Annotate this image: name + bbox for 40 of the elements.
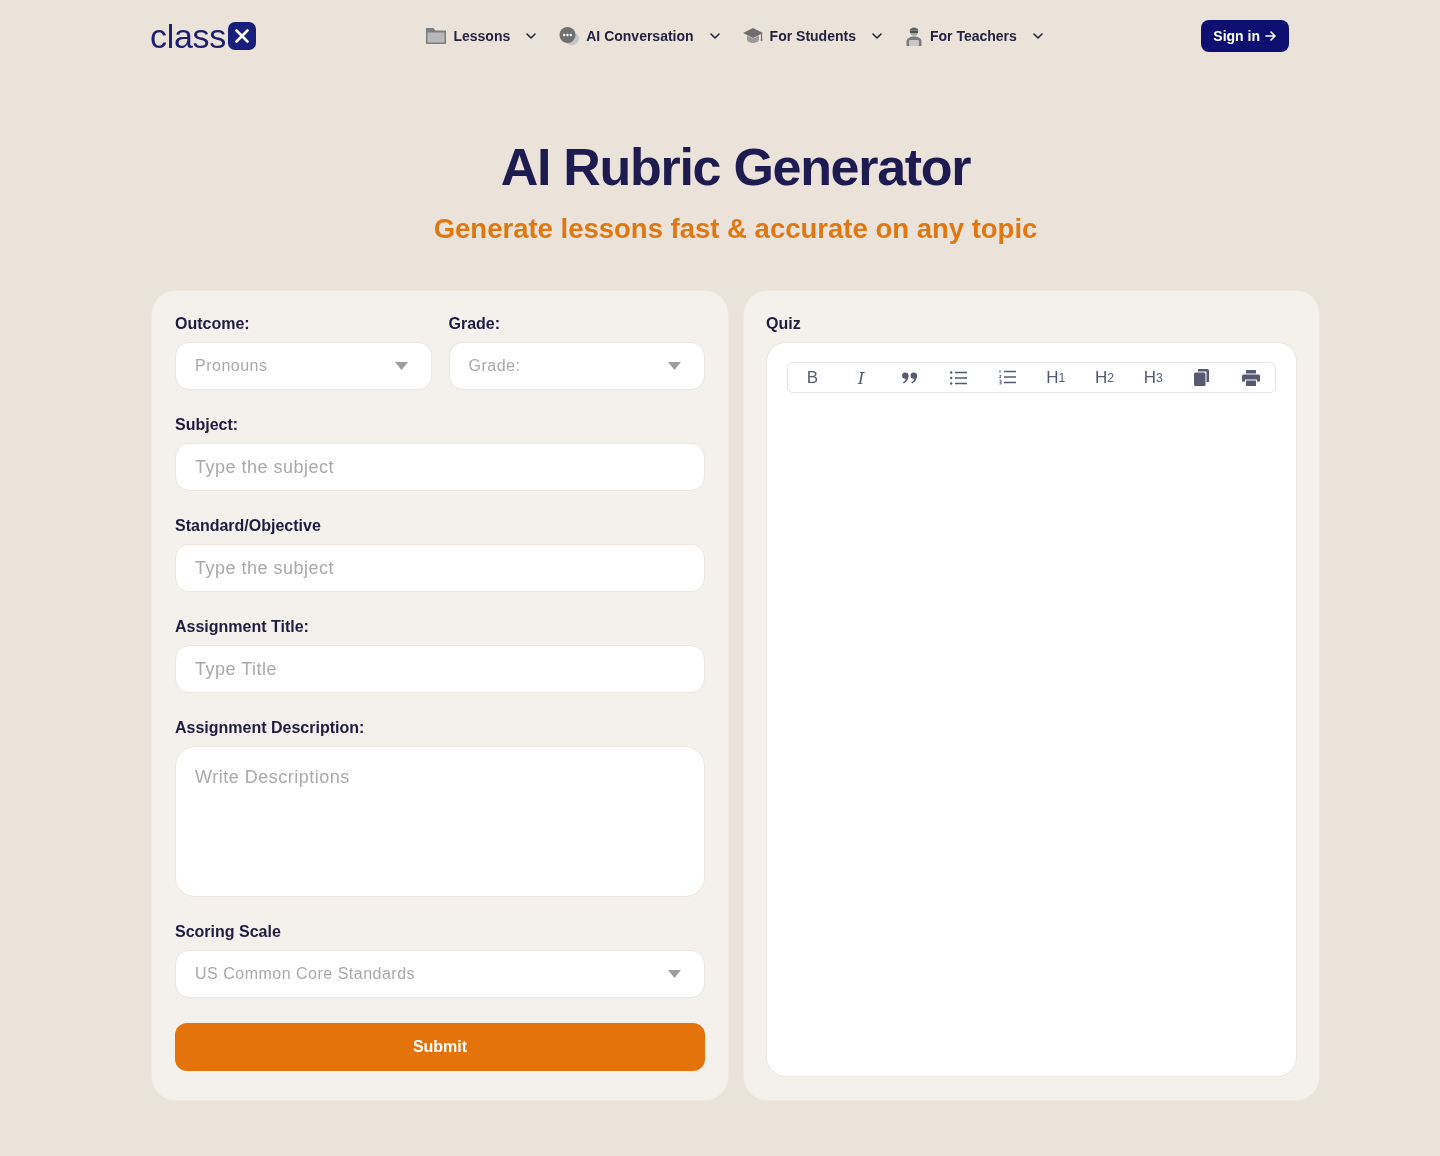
quote-icon <box>901 371 918 384</box>
field-label: Assignment Title: <box>175 617 310 637</box>
format-button[interactable]: I <box>836 363 886 392</box>
field-label: Standard/Objective <box>175 516 322 536</box>
chevron-down-icon <box>1032 33 1043 39</box>
caret-down-icon <box>394 362 408 370</box>
nav-menu-item[interactable]: For Teachers <box>904 26 1043 46</box>
page-title: AI Rubric Generator <box>500 137 971 197</box>
nav-menu-item[interactable]: AI Conversation <box>559 27 720 45</box>
nav-menu-item[interactable]: For Students <box>742 27 882 45</box>
caret-down-icon <box>668 362 681 370</box>
chat-bubble-icon <box>559 27 580 45</box>
text-area-field[interactable]: Write Descriptions <box>175 746 705 897</box>
nav-menu-item[interactable]: Lessons <box>426 27 537 45</box>
input-field[interactable]: Type the subject <box>175 544 705 592</box>
format-button[interactable]: B <box>788 363 837 392</box>
bullet-list-icon <box>949 370 967 385</box>
output-label: Quiz <box>766 314 802 334</box>
chevron-down-icon <box>709 33 720 39</box>
folder-icon <box>426 28 447 44</box>
logo[interactable]: class <box>150 18 256 54</box>
sign-in-button[interactable]: Sign in <box>1201 20 1289 52</box>
field-label: Grade: <box>448 314 502 334</box>
numbered-list-icon <box>998 370 1016 385</box>
page-subtitle: Generate lessons fast & accurate on any topic <box>433 212 1038 246</box>
caret-down-icon <box>668 970 681 978</box>
field-label: Subject: <box>175 415 240 435</box>
field-label: Assignment Description: <box>175 718 366 738</box>
arrow-right-icon <box>1265 31 1276 41</box>
teacher-icon <box>904 26 923 46</box>
chevron-down-icon <box>526 33 537 39</box>
printer-icon <box>1241 369 1260 386</box>
field-label: Outcome: <box>175 314 251 334</box>
graduation-cap-icon <box>742 28 763 44</box>
input-field[interactable]: Type the subject <box>175 443 705 491</box>
field-label: Scoring Scale <box>175 922 282 942</box>
input-field[interactable]: Type Title <box>175 645 705 693</box>
chevron-down-icon <box>871 33 882 39</box>
cross-badge-icon <box>227 22 256 50</box>
copy-icon <box>1194 369 1210 386</box>
